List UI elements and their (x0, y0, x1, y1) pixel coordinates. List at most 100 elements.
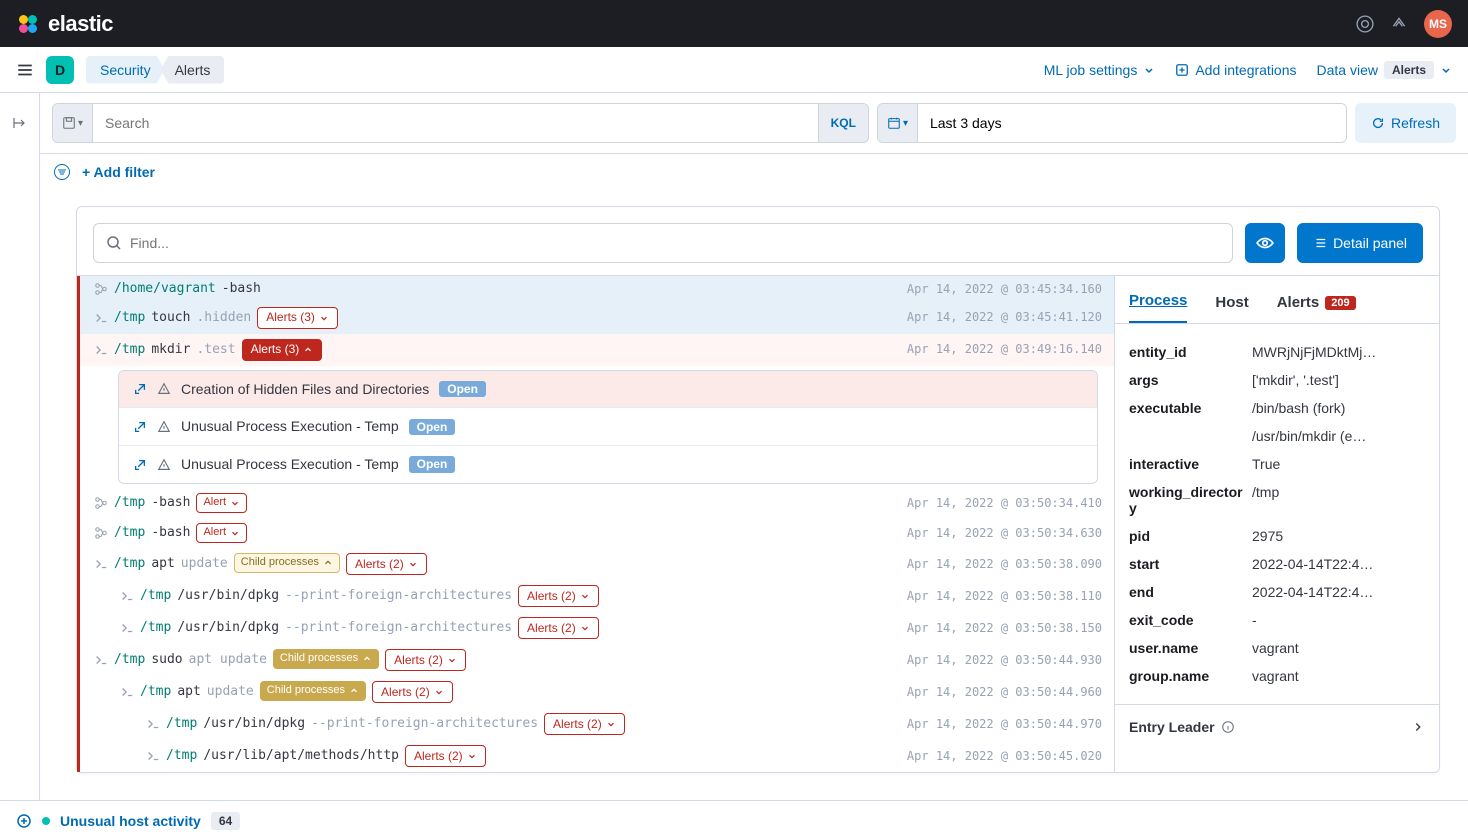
field-key: args (1129, 372, 1244, 388)
prompt-icon (146, 749, 160, 763)
working-dir: /tmp (114, 310, 145, 326)
expand-icon[interactable] (133, 382, 147, 396)
prompt-icon (146, 717, 160, 731)
help-icon[interactable] (1356, 15, 1374, 33)
data-view-selector[interactable]: Data viewAlerts (1317, 61, 1452, 79)
child-processes-pill[interactable]: Child processes (260, 681, 366, 701)
alerts-pill[interactable]: Alerts (2) (518, 617, 599, 639)
child-processes-pill[interactable]: Child processes (273, 649, 379, 669)
plus-square-icon (1175, 63, 1189, 77)
process-row[interactable]: /tmp sudo apt update Child processes Ale… (80, 644, 1114, 676)
find-input[interactable] (130, 235, 1220, 251)
alerts-pill[interactable]: Alerts (2) (372, 681, 453, 703)
field-value: - (1252, 612, 1257, 628)
breadcrumb-security[interactable]: Security (86, 56, 165, 84)
refresh-button[interactable]: Refresh (1355, 103, 1456, 143)
process-details: entity_idMWRjNjFjMDktMj…args['mkdir', '.… (1115, 324, 1439, 704)
add-filter-button[interactable]: + Add filter (82, 164, 155, 180)
alerts-pill[interactable]: Alerts (3) (257, 307, 338, 329)
alert-item[interactable]: Unusual Process Execution - TempOpen (119, 445, 1097, 483)
alert-name: Unusual Process Execution - Temp (181, 418, 399, 435)
add-integrations[interactable]: Add integrations (1175, 62, 1296, 78)
tab-process[interactable]: Process (1129, 292, 1187, 323)
list-icon (1313, 236, 1327, 250)
process-row[interactable]: /tmp touch .hidden Alerts (3) Apr 14, 20… (80, 302, 1114, 334)
elastic-logo-icon (16, 12, 40, 36)
ml-job-settings[interactable]: ML job settings (1044, 62, 1156, 78)
alerts-pill[interactable]: Alerts (2) (405, 745, 486, 767)
child-processes-pill[interactable]: Child processes (234, 553, 340, 573)
process-row[interactable]: /tmp /usr/bin/dpkg --print-foreign-archi… (80, 708, 1114, 740)
alerts-pill[interactable]: Alerts (2) (544, 713, 625, 735)
process-row[interactable]: /tmp /usr/lib/apt/methods/http Alerts (2… (80, 740, 1114, 772)
process-cmd: /usr/bin/dpkg (203, 716, 305, 732)
process-tree: /home/vagrant -bashApr 14, 2022 @ 03:45:… (77, 276, 1114, 772)
expand-icon[interactable] (133, 458, 147, 472)
alerts-pill[interactable]: Alerts (2) (518, 585, 599, 607)
alert-pill[interactable]: Alert (196, 493, 247, 513)
process-row[interactable]: /tmp -bash Alert Apr 14, 2022 @ 03:50:34… (80, 518, 1114, 548)
prompt-icon (94, 557, 108, 571)
field-key: entity_id (1129, 344, 1244, 360)
entry-leader-section[interactable]: Entry Leader (1115, 704, 1439, 749)
nav-toggle-icon[interactable] (16, 61, 34, 79)
process-cmd: -bash (151, 495, 190, 511)
field-key: user.name (1129, 640, 1244, 656)
process-cmd: apt (177, 684, 200, 700)
tab-host[interactable]: Host (1215, 294, 1248, 323)
process-row[interactable]: /tmp -bash Alert Apr 14, 2022 @ 03:50:34… (80, 488, 1114, 518)
chevron-right-icon (1411, 720, 1425, 734)
info-icon (1221, 720, 1235, 734)
process-row[interactable]: /tmp /usr/bin/dpkg --print-foreign-archi… (80, 612, 1114, 644)
field-value: vagrant (1252, 668, 1299, 684)
breadcrumbs: Security Alerts (86, 56, 224, 84)
date-range-input[interactable] (918, 104, 1346, 142)
tab-alerts[interactable]: Alerts209 (1277, 294, 1356, 323)
detail-field: start2022-04-14T22:4… (1129, 550, 1425, 578)
process-row[interactable]: /home/vagrant -bashApr 14, 2022 @ 03:45:… (80, 276, 1114, 302)
detail-field: working_directory/tmp (1129, 478, 1425, 522)
user-avatar[interactable]: MS (1424, 10, 1452, 38)
process-row[interactable]: /tmp apt update Child processes Alerts (… (80, 548, 1114, 580)
date-quick-select[interactable]: ▾ (878, 104, 918, 142)
process-args: .test (196, 342, 235, 358)
saved-query-button[interactable]: ▾ (53, 104, 93, 142)
status-dot (42, 817, 50, 825)
alerts-pill[interactable]: Alerts (2) (385, 649, 466, 671)
timestamp: Apr 14, 2022 @ 03:50:44.960 (907, 685, 1102, 699)
alerts-pill[interactable]: Alerts (2) (346, 553, 427, 575)
expand-icon[interactable] (133, 420, 147, 434)
prompt-icon (94, 311, 108, 325)
timestamp: Apr 14, 2022 @ 03:50:45.020 (907, 749, 1102, 763)
field-key: start (1129, 556, 1244, 572)
process-row[interactable]: /tmp mkdir .test Alerts (3) Apr 14, 2022… (80, 334, 1114, 366)
alert-item[interactable]: Unusual Process Execution - TempOpen (119, 407, 1097, 445)
query-language-toggle[interactable]: KQL (818, 104, 868, 142)
branch-icon (94, 526, 108, 540)
expand-sidebar-icon[interactable] (12, 115, 28, 131)
detail-panel-button[interactable]: Detail panel (1297, 223, 1423, 263)
timeline-count: 64 (211, 812, 240, 830)
alert-pill[interactable]: Alert (196, 523, 247, 543)
timestamp: Apr 14, 2022 @ 03:45:41.120 (907, 310, 1102, 324)
timestamp: Apr 14, 2022 @ 03:45:34.160 (907, 282, 1102, 296)
branch-icon (94, 496, 108, 510)
process-row[interactable]: /tmp /usr/bin/dpkg --print-foreign-archi… (80, 580, 1114, 612)
timeline-title[interactable]: Unusual host activity (60, 813, 201, 829)
filter-options-icon[interactable] (54, 164, 70, 180)
detail-field: args['mkdir', '.test'] (1129, 366, 1425, 394)
space-selector[interactable]: D (46, 56, 74, 84)
search-input[interactable] (93, 104, 818, 142)
view-options-button[interactable] (1245, 223, 1285, 263)
timeline-footer: Unusual host activity 64 (0, 800, 1468, 840)
alerts-pill[interactable]: Alerts (3) (242, 339, 323, 361)
detail-field: entity_idMWRjNjFjMDktMj… (1129, 338, 1425, 366)
field-key: executable (1129, 400, 1244, 416)
process-row[interactable]: /tmp apt update Child processes Alerts (… (80, 676, 1114, 708)
process-cmd: touch (151, 310, 190, 326)
newsfeed-icon[interactable] (1390, 15, 1408, 33)
timestamp: Apr 14, 2022 @ 03:50:34.410 (907, 496, 1102, 510)
alert-item[interactable]: Creation of Hidden Files and Directories… (119, 371, 1097, 408)
plus-circle-icon[interactable] (16, 813, 32, 829)
field-key: exit_code (1129, 612, 1244, 628)
